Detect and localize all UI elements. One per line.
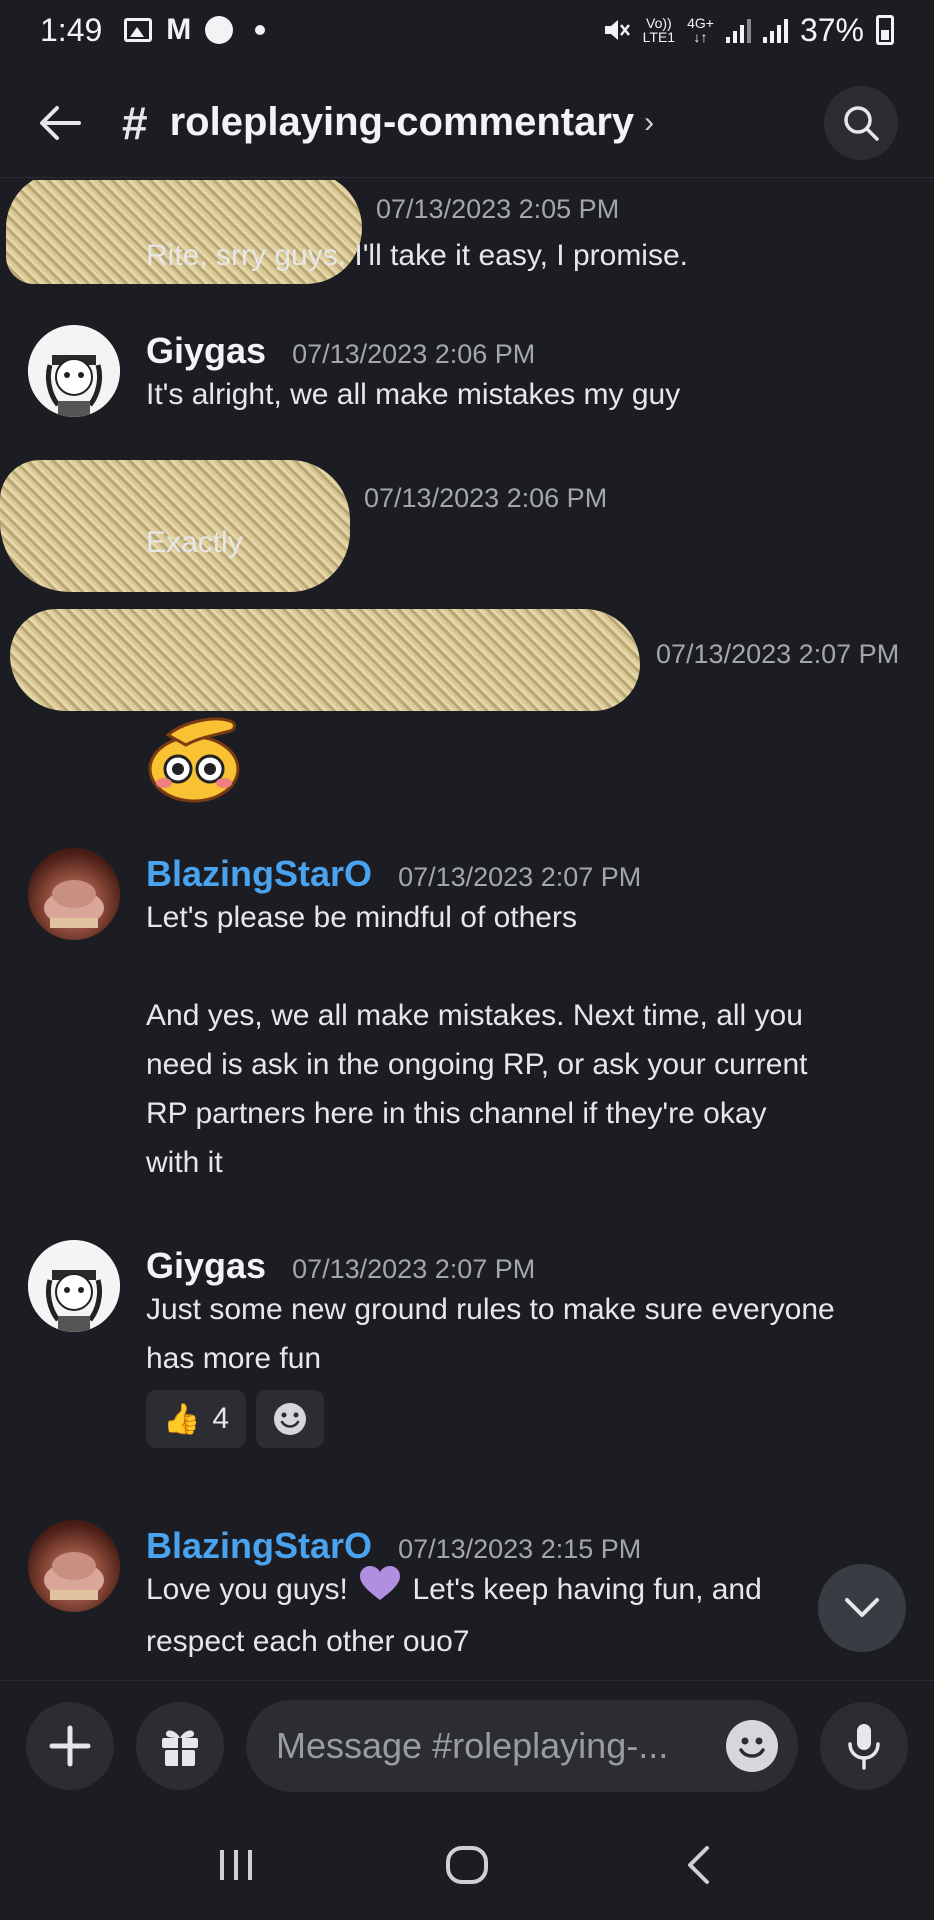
volte-indicator: Vo)) LTE1 bbox=[642, 15, 676, 45]
message-timestamp: 07/13/2023 2:05 PM bbox=[376, 194, 620, 224]
message-text: Just some new ground rules to make sure … bbox=[146, 1293, 835, 1375]
message-placeholder: Message #roleplaying-... bbox=[276, 1724, 669, 1766]
gift-icon bbox=[162, 1730, 198, 1766]
microphone-icon bbox=[848, 1723, 880, 1770]
plus-icon bbox=[49, 1725, 91, 1766]
message: 07/13/2023 2:07 PM bbox=[0, 605, 934, 803]
signal-icon bbox=[725, 17, 751, 43]
message-timestamp: 07/13/2023 2:15 PM bbox=[398, 1534, 642, 1564]
reaction-count: 4 bbox=[212, 1402, 230, 1435]
jump-to-bottom-button[interactable] bbox=[818, 1564, 906, 1652]
author-name[interactable]: Giygas 07/13/2023 2:06 PM bbox=[146, 330, 535, 372]
redacted-author bbox=[10, 609, 640, 711]
purple-heart-icon bbox=[360, 1565, 401, 1617]
message: 07/13/2023 2:06 PM Exactly bbox=[0, 455, 934, 592]
channel-header: # roleplaying-commentary › bbox=[0, 68, 934, 178]
chevron-down-icon bbox=[845, 1598, 879, 1617]
message-text: Love you guys! Let's keep having fun, an… bbox=[146, 1565, 796, 1666]
status-bar: 1:49 M Vo)) LTE1 4G+ ↓↑ 37% bbox=[0, 0, 934, 60]
signal-icon-2 bbox=[762, 17, 788, 43]
message-list[interactable]: 07/13/2023 2:05 PM Rite, srry guys. I'll… bbox=[0, 180, 934, 1680]
avatar[interactable] bbox=[28, 1520, 120, 1612]
battery-icon bbox=[876, 15, 894, 45]
search-button[interactable] bbox=[824, 85, 898, 160]
message-text: Let's please be mindful of others And ye… bbox=[146, 901, 808, 1179]
recent-apps-icon[interactable] bbox=[206, 1840, 266, 1890]
emoji-icon bbox=[739, 1737, 765, 1758]
message-timestamp: 07/13/2023 2:07 PM bbox=[292, 1254, 536, 1284]
message: BlazingStarO 07/13/2023 2:07 PM Let's pl… bbox=[0, 848, 934, 1188]
pat-emoji-icon bbox=[146, 713, 246, 805]
chevron-right-icon[interactable]: › bbox=[644, 106, 654, 140]
channel-title[interactable]: roleplaying-commentary bbox=[170, 100, 635, 145]
author-name[interactable]: BlazingStarO 07/13/2023 2:07 PM bbox=[146, 853, 641, 895]
back-arrow-icon[interactable] bbox=[36, 99, 84, 147]
message: BlazingStarO 07/13/2023 2:15 PM Love you… bbox=[0, 1520, 934, 1680]
message-timestamp: 07/13/2023 2:07 PM bbox=[398, 862, 642, 892]
gallery-icon bbox=[124, 18, 153, 42]
thumbs-up-icon: 👍 bbox=[162, 1402, 201, 1436]
search-icon bbox=[844, 105, 879, 141]
gmail-icon: M bbox=[166, 13, 192, 46]
mute-icon bbox=[604, 20, 630, 40]
author-name[interactable]: BlazingStarO 07/13/2023 2:15 PM bbox=[146, 1525, 641, 1567]
message-timestamp: 07/13/2023 2:06 PM bbox=[364, 483, 608, 513]
avatar[interactable] bbox=[28, 848, 120, 940]
network-type: 4G+ ↓↑ bbox=[687, 15, 714, 45]
back-icon[interactable] bbox=[668, 1840, 728, 1890]
author-name[interactable]: Giygas 07/13/2023 2:07 PM bbox=[146, 1245, 535, 1287]
system-nav-bar bbox=[0, 1810, 934, 1920]
avatar[interactable] bbox=[28, 1240, 120, 1332]
add-reaction-icon bbox=[274, 1403, 306, 1435]
message-input[interactable]: Message #roleplaying-... bbox=[246, 1699, 798, 1792]
message-composer: Message #roleplaying-... bbox=[0, 1680, 934, 1810]
message-text: Rite, srry guys. I'll take it easy, I pr… bbox=[146, 239, 688, 272]
message: Giygas 07/13/2023 2:06 PM It's alright, … bbox=[0, 325, 934, 445]
emoji-button[interactable] bbox=[726, 1719, 778, 1772]
attach-button[interactable] bbox=[26, 1701, 114, 1790]
home-icon[interactable] bbox=[437, 1840, 497, 1890]
message: 07/13/2023 2:05 PM Rite, srry guys. I'll… bbox=[0, 180, 934, 310]
message-text: It's alright, we all make mistakes my gu… bbox=[146, 378, 681, 411]
thumbs-up-reaction[interactable]: 👍 4 bbox=[146, 1390, 246, 1448]
gift-button[interactable] bbox=[136, 1701, 224, 1790]
clock: 1:49 bbox=[40, 11, 103, 48]
messenger-icon bbox=[205, 16, 234, 44]
message: Giygas 07/13/2023 2:07 PM Just some new … bbox=[0, 1240, 934, 1460]
message-timestamp: 07/13/2023 2:06 PM bbox=[292, 339, 536, 369]
message-text: Exactly bbox=[146, 526, 243, 559]
voice-message-button[interactable] bbox=[820, 1701, 908, 1790]
add-reaction-button[interactable] bbox=[256, 1390, 324, 1448]
avatar[interactable] bbox=[28, 325, 120, 417]
more-notifications-dot-icon bbox=[255, 25, 266, 35]
battery-percent: 37% bbox=[799, 11, 864, 48]
channel-hash-icon: # bbox=[122, 96, 148, 149]
message-timestamp: 07/13/2023 2:07 PM bbox=[656, 639, 900, 669]
